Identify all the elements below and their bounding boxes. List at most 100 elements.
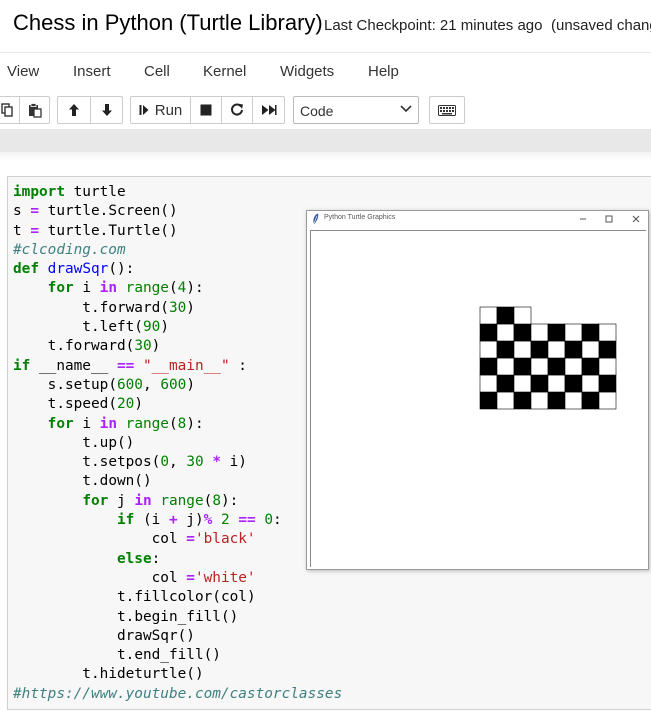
board-square [513,374,532,393]
board-square [530,340,549,359]
board-square [479,323,498,342]
code-line: t.up() [13,434,135,451]
board-square [513,391,532,410]
board-square [496,323,515,342]
notebook-title[interactable]: Chess in Python (Turtle Library) [13,10,323,36]
board-square [581,340,600,359]
chessboard-drawing [479,306,617,410]
code-line: import turtle [13,184,126,200]
board-square [496,340,515,359]
notebook-header: Chess in Python (Turtle Library) Last Ch… [0,0,651,52]
board-square [547,391,566,410]
notebook-shadow [0,152,651,160]
board-square [479,306,498,325]
arrow-down-icon [101,104,112,116]
maximize-icon[interactable] [605,215,613,223]
board-square [598,374,617,393]
menu-help[interactable]: Help [368,63,399,80]
code-line: for i in range(8): [47,415,204,432]
code-line: for i in range(4): [47,280,204,297]
board-square [564,323,583,342]
code-line: #https://www.youtube.com/castorclasses [13,685,343,702]
code-line: col ='black' [13,531,256,548]
menu-bar: View Insert Cell Kernel Widgets Help [0,52,651,90]
code-line: t.end_fill() [13,647,221,664]
code-line: else: [116,550,161,567]
board-square [530,323,549,342]
board-square [496,306,515,325]
stop-icon [200,104,212,116]
code-line: t.begin_fill() [13,608,239,625]
menu-insert[interactable]: Insert [73,63,111,80]
turtle-window-titlebar[interactable]: Python Turtle Graphics [307,211,648,228]
arrow-up-icon [69,104,79,116]
board-square [564,374,583,393]
board-square [496,391,515,410]
restart-run-all-button[interactable] [252,96,285,124]
code-line: t.speed(20) [13,396,143,413]
code-editor[interactable]: import turtle s = turtle.Screen() t = tu… [13,183,342,704]
board-square [513,323,532,342]
board-square [564,391,583,410]
code-line: if (i + j)% 2 == 0: [116,512,282,529]
move-group [57,96,123,124]
cell-type-select[interactable]: Code [293,96,419,124]
menu-cell[interactable]: Cell [144,63,170,80]
board-square [547,357,566,376]
feather-icon [313,213,319,225]
checkpoint-status: Last Checkpoint: 21 minutes ago [324,17,543,34]
code-line: t.left(90) [13,319,169,336]
board-square [564,340,583,359]
board-square [496,374,515,393]
code-line: t.setpos(0, 30 * i) [13,454,247,471]
code-line: t.forward(30) [13,299,195,316]
close-icon[interactable] [632,215,640,223]
code-line: for j in range(8): [82,492,239,509]
code-line: s = turtle.Screen() [13,203,178,220]
restart-kernel-button[interactable] [221,96,253,124]
code-line: def drawSqr(): [13,261,135,278]
clipboard-group [0,96,50,124]
board-square [530,357,549,376]
paste-icon [28,102,42,118]
board-square [581,374,600,393]
move-up-button[interactable] [57,96,91,124]
interrupt-kernel-button[interactable] [190,96,222,124]
code-line: #clcoding.com [13,241,126,258]
minimize-icon[interactable] [579,216,587,222]
code-line: col ='white' [13,569,256,586]
board-square [479,374,498,393]
cell-type-value: Code [300,103,334,119]
command-palette-button[interactable] [429,96,465,124]
board-square [547,323,566,342]
board-square [513,340,532,359]
board-square [547,374,566,393]
menu-kernel[interactable]: Kernel [203,63,246,80]
keyboard-icon [438,104,456,116]
board-square [479,340,498,359]
turtle-canvas [310,230,646,567]
copy-cell-button[interactable] [0,96,20,124]
fast-forward-icon [261,105,276,115]
turtle-graphics-window[interactable]: Python Turtle Graphics [306,210,649,570]
board-square [496,357,515,376]
board-square [564,357,583,376]
paste-cell-button[interactable] [19,96,50,124]
board-square [530,391,549,410]
board-square [581,357,600,376]
step-forward-icon [139,105,149,115]
menu-view[interactable]: View [7,63,39,80]
code-line: t.fillcolor(col) [13,589,256,606]
copy-icon [1,103,13,117]
code-line: s.setup(600, 600) [13,376,195,393]
code-line: if __name__ == "__main__" : [13,357,247,374]
toolbar-divider [0,129,651,152]
chevron-down-icon [400,105,412,113]
board-square [513,306,532,325]
menu-widgets[interactable]: Widgets [280,63,334,80]
run-button[interactable]: Run [130,96,191,124]
board-square [479,391,498,410]
board-square [581,323,600,342]
move-down-button[interactable] [90,96,123,124]
board-square [479,357,498,376]
